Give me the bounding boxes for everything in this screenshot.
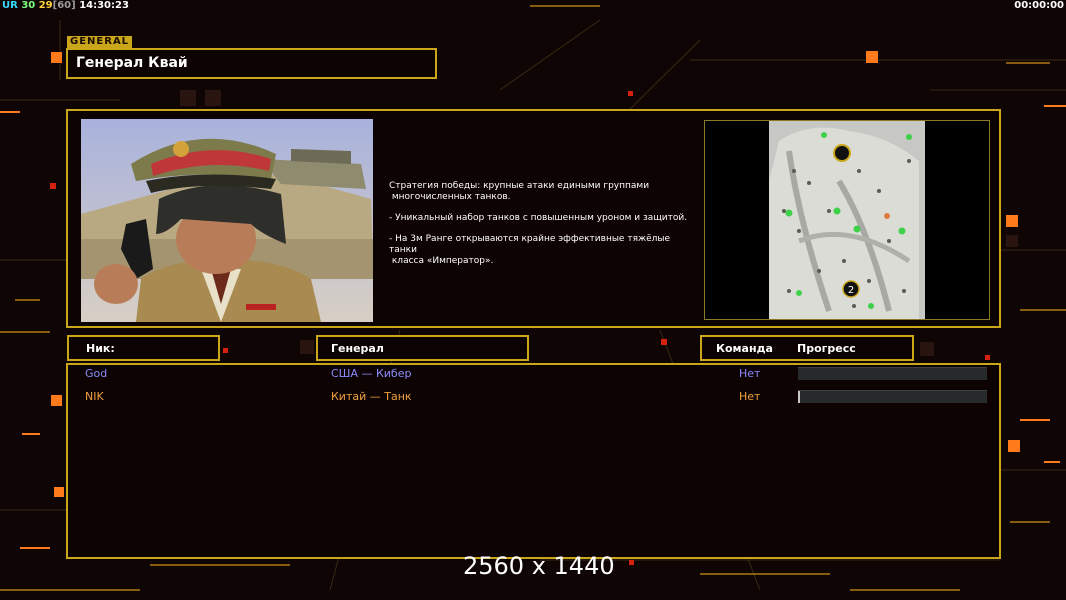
general-name: Генерал Квай (76, 55, 188, 71)
header-progress: Прогресс (797, 342, 856, 355)
player-row-1-progress (798, 367, 987, 380)
game-timer: 00:00:00 (1014, 0, 1064, 11)
player-row-1-general[interactable]: США — Кибер (331, 367, 411, 380)
player-row-2-progress (798, 390, 987, 403)
description-line-tanks: - Уникальный набор танков с повышенным у… (389, 213, 688, 223)
frames-value: 29 (38, 0, 53, 11)
clock: 14:30:23 (79, 0, 129, 11)
player-row-1-nick[interactable]: God (85, 367, 107, 380)
description-line-strategy: Стратегия победы: крупные атаки едиными … (389, 181, 650, 202)
map-image: 2 (769, 121, 925, 319)
description-line-rank3: - На 3м Ранге открываются крайне эффекти… (389, 234, 671, 266)
resolution-label: 2560 x 1440 (463, 552, 615, 580)
general-tag: GENERAL (67, 36, 133, 48)
player-row-2-general[interactable]: Китай — Танк (331, 390, 412, 403)
general-info-panel: Стратегия победы: крупные атаки едиными … (66, 109, 1001, 328)
header-team-progress-box: Команда Прогресс (700, 335, 914, 361)
header-general-box: Генерал (316, 335, 529, 361)
header-nick-box: Ник: (67, 335, 220, 361)
general-portrait (81, 119, 373, 322)
map-preview[interactable]: 2 (704, 120, 990, 320)
player-row-2-nick[interactable]: NIK (85, 390, 104, 403)
player-row-2-team[interactable]: Нет (739, 390, 760, 403)
fps-value: 30 (21, 0, 36, 11)
header-nick: Ник: (86, 342, 115, 355)
frames-cap: [60] (52, 0, 76, 11)
svg-text:2: 2 (848, 285, 854, 296)
general-description: Стратегия победы: крупные атаки едиными … (389, 181, 699, 277)
ur-label: UR (2, 0, 18, 11)
player-row-1-team[interactable]: Нет (739, 367, 760, 380)
header-team: Команда (716, 342, 773, 355)
player-row-2-progress-fill (798, 391, 800, 403)
header-general: Генерал (331, 342, 384, 355)
general-title-box: Генерал Квай (66, 48, 437, 79)
hud-stats: UR 30 29[60] 14:30:23 (2, 0, 129, 11)
